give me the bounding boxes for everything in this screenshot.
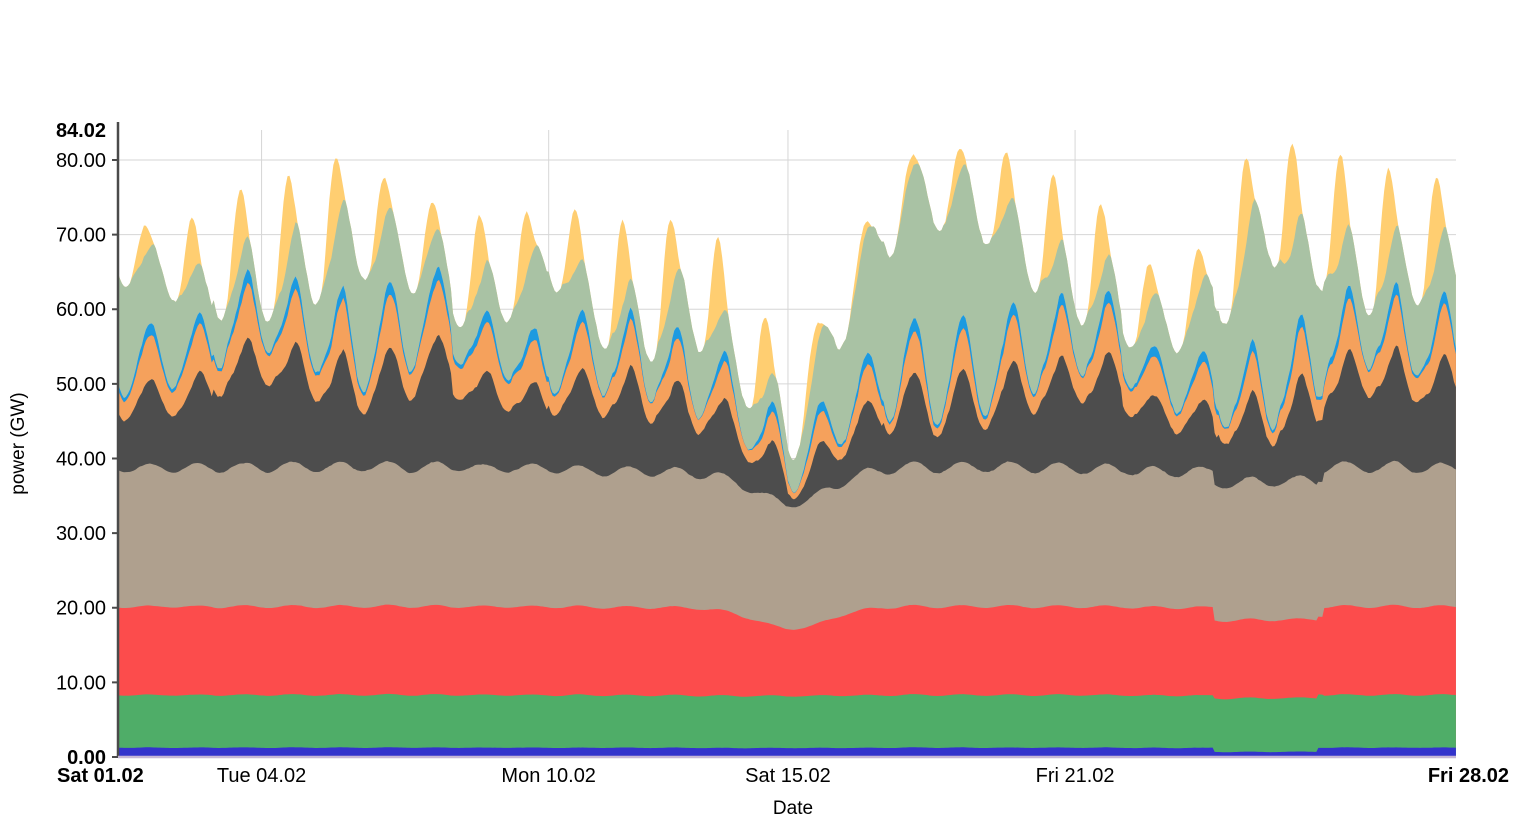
- legend-item-hydro-power[interactable]: Hydro Power: [1008, 14, 1151, 49]
- legend-label: Export: [625, 20, 683, 43]
- legend-label: Pumped Storage: [625, 90, 776, 113]
- export-marker: [598, 20, 621, 43]
- legend-item-others[interactable]: Others: [1310, 49, 1397, 84]
- legend-item-wind[interactable]: Wind: [1008, 84, 1081, 119]
- legend-label: Expanded: [439, 20, 530, 43]
- y-axis-title: power (GW): [8, 392, 29, 494]
- legend-item-pumped-storage[interactable]: Pumped Storage: [598, 84, 775, 119]
- stacked-area-chart[interactable]: 0.00 10.00 20.00 30.00 40.00 50.00 60.00 70.00 8…: [0, 0, 1519, 829]
- legend-item-brown-coal[interactable]: Brown Coal: [598, 49, 728, 84]
- legend-label: Oil: [1212, 55, 1237, 78]
- legend-item-oil[interactable]: Oil: [1185, 49, 1236, 84]
- legend-item-export[interactable]: Export: [598, 14, 683, 49]
- stream-marker: [290, 20, 313, 43]
- area-oil: [118, 279, 1456, 757]
- area-pumped-storage: [118, 266, 1456, 757]
- area-uranium: [118, 604, 1456, 757]
- biomass-marker: [1185, 20, 1208, 43]
- x-axis-labels: Sat 01.02 Tue 04.02 Mon 10.02 Sat 15.02 Fri …: [57, 765, 1509, 787]
- x-tick-label: Sat 01.02: [57, 765, 144, 787]
- gridlines: [118, 130, 1456, 757]
- expanded-marker: [412, 20, 435, 43]
- area-hard-coal: [118, 334, 1456, 757]
- legend-label: Biomass: [1212, 20, 1289, 43]
- hydro-power-marker: [1008, 20, 1031, 43]
- area-brown-coal: [118, 460, 1456, 757]
- area-solar: [118, 143, 1456, 757]
- y-tick-label: 60.00: [56, 299, 106, 321]
- legend-label: Gas: [1035, 55, 1072, 78]
- stacked-marker: [160, 20, 183, 43]
- x-tick-label: Fri 28.02: [1428, 765, 1509, 787]
- wind-marker: [1008, 90, 1031, 113]
- area-series-group: [118, 143, 1456, 758]
- legend-item-seasonal-storage[interactable]: Seasonal Storage: [803, 84, 989, 119]
- area-seasonal-storage: [118, 266, 1456, 757]
- legend-row: Pumped Storage Seasonal Storage Wind Solar: [0, 84, 1519, 119]
- y-tick-label: 80.00: [56, 150, 106, 172]
- legend-label: Others: [1337, 55, 1398, 78]
- area-others: [118, 279, 1456, 757]
- area-hydro-power: [118, 747, 1456, 757]
- legend-item-stream[interactable]: Stream: [290, 14, 381, 49]
- area-gas: [118, 279, 1456, 757]
- chart-plot-area: 0.00 10.00 20.00 30.00 40.00 50.00 60.00 70.00 8…: [0, 0, 1519, 829]
- import-marker: [803, 20, 826, 43]
- legend-item-stacked[interactable]: Stacked: [160, 14, 259, 49]
- x-tick-label: Tue 04.02: [217, 765, 306, 787]
- pumped-storage-marker: [598, 90, 621, 113]
- legend-item-expanded[interactable]: Expanded: [412, 14, 529, 49]
- legend-label: Wind: [1035, 90, 1081, 113]
- x-tick-label: Sat 15.02: [745, 765, 831, 787]
- y-tick-label: 40.00: [56, 448, 106, 470]
- legend-label: Hydro Power: [1035, 20, 1151, 43]
- legend-item-import[interactable]: Import: [803, 14, 887, 49]
- x-tick-label: Fri 21.02: [1036, 765, 1115, 787]
- legend-row: Stacked Stream Expanded Export Import Hydro P…: [0, 14, 1519, 49]
- gas-marker: [1008, 55, 1031, 78]
- legend-label: Solar: [1212, 90, 1259, 113]
- y-tick-label: 20.00: [56, 598, 106, 620]
- y-tick-label: 84.02: [56, 120, 106, 142]
- x-tick-label: Mon 10.02: [501, 765, 596, 787]
- seasonal-storage-marker: [803, 90, 826, 113]
- y-axis-labels: 0.00 10.00 20.00 30.00 40.00 50.00 60.00 70.00 8…: [56, 120, 106, 769]
- legend-item-solar[interactable]: Solar: [1185, 84, 1259, 119]
- y-tick-label: 10.00: [56, 672, 106, 694]
- chart-legend: Stacked Stream Expanded Export Import Hydro P…: [0, 0, 1519, 119]
- legend-item-gas[interactable]: Gas: [1008, 49, 1072, 84]
- legend-row: Brown Coal Hard Coal Gas Oil Others: [0, 49, 1519, 84]
- y-tick-label: 50.00: [56, 374, 106, 396]
- legend-label: Hard Coal: [830, 55, 921, 78]
- legend-label: Import: [830, 20, 887, 43]
- legend-label: Seasonal Storage: [830, 90, 990, 113]
- legend-label: Stacked: [187, 20, 260, 43]
- solar-marker: [1185, 90, 1208, 113]
- legend-label: Uranium: [1337, 20, 1413, 43]
- x-axis-title: Date: [773, 798, 813, 819]
- legend-label: Brown Coal: [625, 55, 729, 78]
- area-biomass: [118, 693, 1456, 757]
- area-wind: [118, 163, 1456, 758]
- oil-marker: [1185, 55, 1208, 78]
- uranium-marker: [1310, 20, 1333, 43]
- y-tick-label: 30.00: [56, 523, 106, 545]
- y-tick-label: 70.00: [56, 225, 106, 247]
- legend-item-biomass[interactable]: Biomass: [1185, 14, 1289, 49]
- legend-item-uranium[interactable]: Uranium: [1310, 14, 1413, 49]
- brown-coal-marker: [598, 55, 621, 78]
- others-marker: [1310, 55, 1333, 78]
- y-tick-label: 0.00: [67, 747, 106, 769]
- legend-item-hard-coal[interactable]: Hard Coal: [803, 49, 920, 84]
- hard-coal-marker: [803, 55, 826, 78]
- legend-label: Stream: [317, 20, 382, 43]
